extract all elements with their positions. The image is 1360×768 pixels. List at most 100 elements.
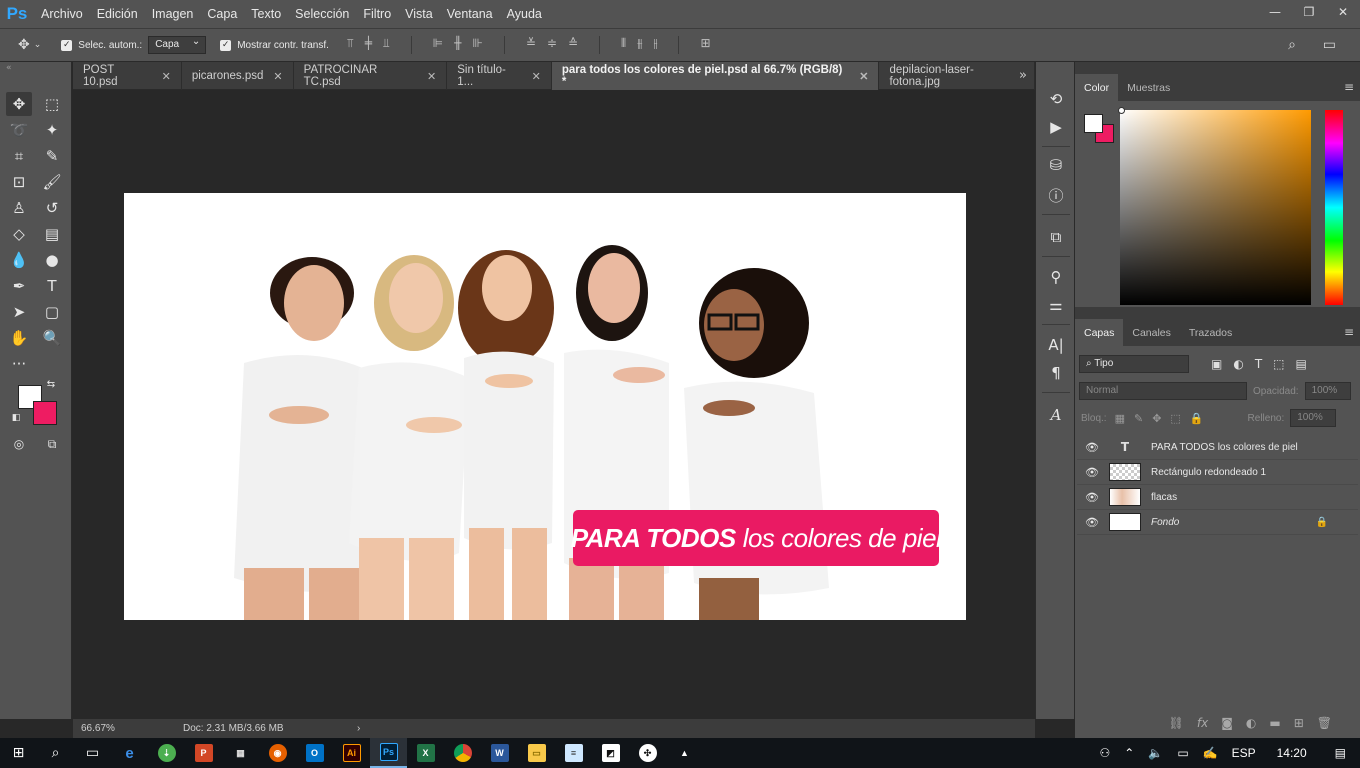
- clone-stamp-icon[interactable]: ♙: [6, 196, 32, 220]
- color-foreground-swatch[interactable]: [1084, 114, 1103, 133]
- brush-tool-icon[interactable]: 🖌: [39, 170, 65, 194]
- tab-patrocinar[interactable]: PATROCINAR TC.psd ✕: [294, 62, 448, 90]
- default-colors-icon[interactable]: ◧: [8, 410, 24, 426]
- magic-wand-icon[interactable]: ✦: [39, 118, 65, 142]
- eraser-tool-icon[interactable]: ◇: [6, 222, 32, 246]
- photoshop-taskbar-icon[interactable]: Ps: [370, 738, 407, 768]
- people-icon[interactable]: ⚇: [1093, 746, 1118, 760]
- align-hcenter-icon[interactable]: ╫: [454, 36, 461, 54]
- fill-field[interactable]: 100%: [1290, 409, 1337, 427]
- color-picker-cursor[interactable]: [1118, 107, 1125, 114]
- auto-select-checkbox[interactable]: ✓: [61, 39, 73, 51]
- document-canvas[interactable]: PARA TODOS los colores de piel: [124, 193, 966, 620]
- adjustment-filter-icon[interactable]: ◐: [1233, 357, 1243, 371]
- path-selection-icon[interactable]: ➤: [6, 300, 32, 324]
- minimize-icon[interactable]: —: [1258, 0, 1292, 24]
- layer-row-text[interactable]: 👁 T PARA TODOS los colores de piel: [1077, 435, 1358, 460]
- chrome-icon[interactable]: [444, 738, 481, 768]
- actions-play-icon[interactable]: ▶: [1045, 116, 1067, 138]
- lock-artboard-icon[interactable]: ⬚: [1170, 412, 1180, 425]
- workspace-icon[interactable]: ▭: [1323, 37, 1336, 53]
- link-layers-icon[interactable]: ⛓: [1169, 716, 1184, 730]
- close-icon[interactable]: ✕: [427, 70, 436, 83]
- lock-brush-icon[interactable]: ✎: [1134, 412, 1143, 425]
- network-icon[interactable]: ▭: [1170, 746, 1195, 760]
- tab-post-10[interactable]: POST 10.psd ✕: [73, 62, 182, 90]
- rectangle-tool-icon[interactable]: ▢: [39, 300, 65, 324]
- firefox-icon[interactable]: ◉: [259, 738, 296, 768]
- edge-icon[interactable]: e: [111, 738, 148, 768]
- info-icon[interactable]: ⓘ: [1045, 184, 1067, 206]
- sticky-app-icon[interactable]: ◩: [592, 738, 629, 768]
- lasso-tool-icon[interactable]: ➰: [6, 118, 32, 142]
- layer-row-background[interactable]: 👁 Fondo 🔒: [1077, 510, 1358, 535]
- align-bottom-icon[interactable]: ⫫: [383, 36, 390, 54]
- outlook-icon[interactable]: O: [296, 738, 333, 768]
- more-tools-icon[interactable]: ···: [6, 352, 32, 376]
- hand-tool-icon[interactable]: ✋: [6, 326, 32, 350]
- gradient-tool-icon[interactable]: ▤: [39, 222, 65, 246]
- panel-menu-icon[interactable]: ≡: [1344, 80, 1354, 94]
- zoom-field[interactable]: 66.67%: [73, 723, 125, 734]
- torrent-app-icon[interactable]: ⇣: [148, 738, 185, 768]
- tab-color[interactable]: Color: [1075, 74, 1119, 101]
- app-icon[interactable]: ✣: [629, 738, 666, 768]
- pen-tool-icon[interactable]: ✒: [6, 274, 32, 298]
- close-icon[interactable]: ✕: [273, 70, 282, 83]
- opacity-field[interactable]: 100%: [1304, 382, 1351, 400]
- fx-icon[interactable]: fx: [1197, 716, 1208, 730]
- move-tool-icon[interactable]: ✥: [6, 92, 32, 116]
- menu-imagen[interactable]: Imagen: [145, 7, 201, 21]
- brush-presets-icon[interactable]: ⚲: [1045, 266, 1067, 288]
- layer-filter-dropdown[interactable]: ⌕ Tipo: [1079, 355, 1189, 373]
- banner-text-layer[interactable]: PARA TODOS los colores de piel: [571, 510, 942, 566]
- dodge-tool-icon[interactable]: ●: [39, 248, 65, 272]
- word-icon[interactable]: W: [481, 738, 518, 768]
- status-menu-icon[interactable]: ›: [357, 723, 360, 734]
- task-view-icon[interactable]: ▭: [74, 738, 111, 768]
- file-explorer-icon[interactable]: ▭: [518, 738, 555, 768]
- visibility-eye-icon[interactable]: 👁: [1077, 441, 1107, 454]
- clock[interactable]: 14:20: [1263, 746, 1321, 760]
- tab-sin-titulo[interactable]: Sin título-1... ✕: [447, 62, 552, 90]
- align-left-icon[interactable]: ⊫: [433, 36, 443, 54]
- marquee-tool-icon[interactable]: ⬚: [39, 92, 65, 116]
- menu-capa[interactable]: Capa: [200, 7, 244, 21]
- close-icon[interactable]: ✕: [532, 70, 541, 83]
- lock-position-icon[interactable]: ✥: [1152, 412, 1161, 425]
- align-top-icon[interactable]: ⫪: [347, 36, 354, 54]
- history-icon[interactable]: ⟲: [1045, 88, 1067, 110]
- close-icon[interactable]: ✕: [859, 70, 868, 83]
- color-picker-field[interactable]: [1120, 110, 1311, 305]
- tab-paths[interactable]: Trazados: [1180, 319, 1241, 346]
- menu-vista[interactable]: Vista: [398, 7, 440, 21]
- powerpoint-icon[interactable]: P: [185, 738, 222, 768]
- show-hidden-icon[interactable]: ⌃: [1117, 746, 1141, 760]
- lock-all-icon[interactable]: 🔒: [1190, 412, 1204, 425]
- align-right-icon[interactable]: ⊪: [472, 36, 482, 54]
- excel-icon[interactable]: X: [407, 738, 444, 768]
- eyedropper-icon[interactable]: ✎: [39, 144, 65, 168]
- type-tool-icon[interactable]: T: [39, 274, 65, 298]
- chevron-down-icon[interactable]: ⌄: [34, 40, 42, 50]
- pen-icon[interactable]: ✍: [1196, 746, 1225, 760]
- language-indicator[interactable]: ESP: [1225, 746, 1263, 760]
- quick-mask-icon[interactable]: ◎: [6, 432, 32, 456]
- distribute-right-icon[interactable]: ⫲: [654, 36, 658, 54]
- smart-object-filter-icon[interactable]: ▤: [1296, 357, 1307, 371]
- history-brush-icon[interactable]: ↺: [39, 196, 65, 220]
- panel-grip-icon[interactable]: «: [0, 62, 71, 74]
- adjustments-icon[interactable]: ⚌: [1045, 294, 1067, 316]
- menu-edicion[interactable]: Edición: [90, 7, 145, 21]
- paragraph-icon[interactable]: ¶: [1045, 362, 1067, 384]
- image-filter-icon[interactable]: ▣: [1211, 357, 1222, 371]
- more-tabs-icon[interactable]: »: [1019, 68, 1027, 83]
- tab-swatches[interactable]: Muestras: [1118, 74, 1179, 101]
- tab-depilacion[interactable]: depilacion-laser-fotona.jpg: [879, 62, 1035, 90]
- close-icon[interactable]: ✕: [1326, 0, 1360, 24]
- libraries-icon[interactable]: ⛁: [1045, 154, 1067, 176]
- canvas-area[interactable]: PARA TODOS los colores de piel: [73, 90, 1035, 719]
- photos-icon[interactable]: ▲: [666, 738, 703, 768]
- menu-ayuda[interactable]: Ayuda: [500, 7, 549, 21]
- type-filter-icon[interactable]: T: [1255, 357, 1262, 371]
